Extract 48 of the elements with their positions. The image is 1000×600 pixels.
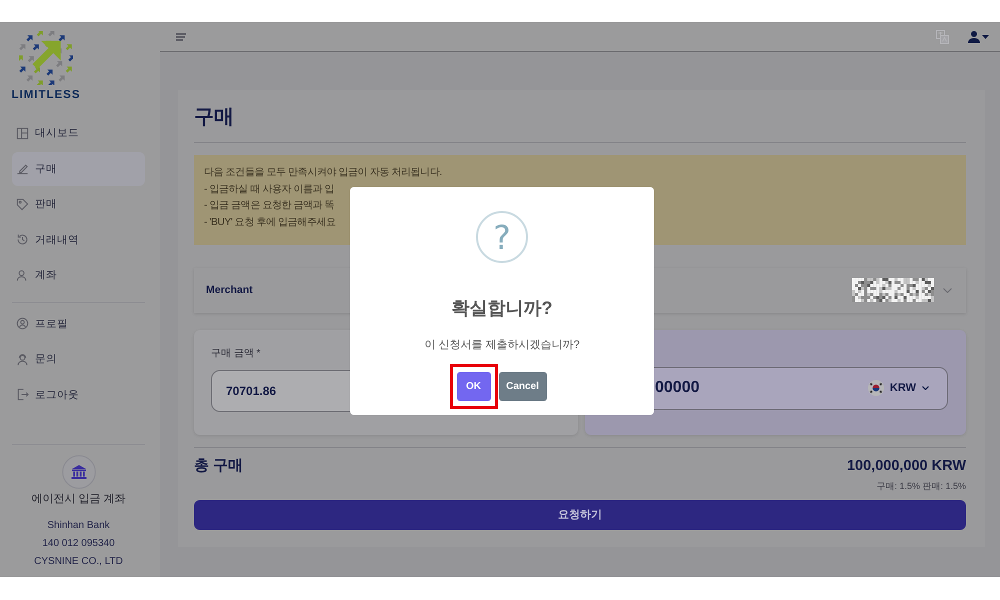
history-icon [16,233,29,246]
notice-line: - 'BUY' 요청 후에 입금해주세요 [204,216,336,230]
user-icon [16,268,29,282]
nav-item[interactable]: 대시보드 [12,116,145,150]
headset-icon [16,352,29,366]
caret-down-icon [982,34,989,38]
caret-down-icon [922,386,929,390]
fee-rates: 구매: 1.5% 판매: 1.5% [876,480,966,493]
page-title: 구매 [194,105,235,130]
field-value: 70701.86 [226,384,276,398]
dashboard-icon [16,126,29,140]
currency-select[interactable]: KRW [868,380,929,396]
submit-button[interactable]: 요청하기 [194,500,966,530]
tag-icon [16,198,29,210]
ok-button[interactable]: OK [456,372,490,401]
nav-item[interactable]: 프로필 [12,306,145,340]
nav-item[interactable]: 계좌 [12,258,145,292]
account-holder: CYSNINE CO., LTD [34,555,123,569]
logout-icon [16,388,29,401]
account-title: 에이전시 입금 계좌 [31,492,126,507]
nav-item[interactable]: 문의 [12,342,145,376]
nav-item[interactable]: 판매 [12,187,145,221]
notice-line: - 입금하실 때 사용자 이름과 입 [204,182,334,197]
flag-icon [868,380,884,396]
bank-icon [62,455,96,489]
cancel-button[interactable]: Cancel [498,372,546,401]
question-icon: ? [476,211,528,263]
notice-line: 다음 조건들을 모두 만족시켜야 입금이 자동 처리됩니다. [204,166,442,180]
field-value: 00000 [655,379,700,398]
merchant-label: Merchant [206,284,253,296]
arrow-logo-icon [19,31,73,85]
notice-line: - 입금 금액은 요청한 금액과 똑 [204,199,334,214]
total-label: 총 구매 [194,456,244,476]
pencil-icon [16,162,29,175]
brand-name: LIMITLESS [11,89,81,101]
total-amount: 100,000,000 KRW [846,456,966,476]
user-menu-button[interactable] [968,30,989,42]
menu-icon[interactable] [176,32,186,40]
bank-name: Shinhan Bank [47,519,110,533]
nav-item[interactable]: 로그아웃 [12,378,145,412]
dialog-message: 이 신청서를 제출하시겠습니까? [424,338,580,353]
user-icon [968,30,980,42]
nav-item[interactable]: 구매 [12,152,145,186]
field-label: 구매 금액 * [211,346,260,360]
account-number: 140 012 095340 [42,537,115,551]
user-circle-icon [16,317,29,330]
nav-item[interactable]: 거래내역 [12,222,145,256]
dialog-title: 확실합니까? [452,297,552,319]
